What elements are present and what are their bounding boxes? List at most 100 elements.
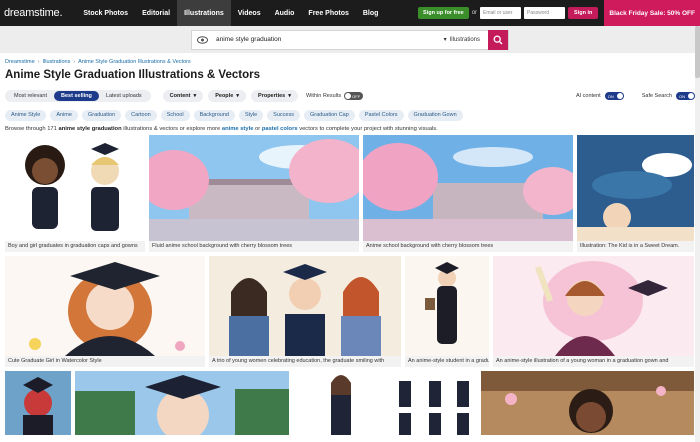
search-input[interactable]: anime style graduation [212,36,444,43]
breadcrumb-item-illustrations[interactable]: Illustrations [43,59,71,65]
tile-caption: Boy and girl graduates in graduation cap… [5,241,145,252]
nav-videos[interactable]: Videos [231,0,268,26]
result-tile[interactable]: Anime school background with cherry blos… [363,135,573,252]
result-tile[interactable] [293,371,389,435]
nav-audio[interactable]: Audio [268,0,302,26]
tag-background[interactable]: Background [193,109,235,121]
content-dropdown-label: Content [169,93,191,99]
character-sheet-thumbnail [393,371,477,435]
result-tile[interactable] [5,371,71,435]
signup-button[interactable]: Sign up for free [418,7,469,19]
tile-caption: A trio of young women celebrating educat… [209,356,401,367]
tile-caption: Anime school background with cherry blos… [363,241,573,252]
page-scrollbar[interactable] [695,26,700,442]
students-group-thumbnail [293,371,389,435]
email-input[interactable]: Email or user [480,7,522,19]
sort-segmented-control: Most relevant Best selling Latest upload… [5,90,151,102]
properties-dropdown[interactable]: Properties ▾ [251,90,299,102]
dreamstime-logo[interactable]: dreamstime. [4,7,63,19]
tag-anime-style[interactable]: Anime Style [5,109,47,121]
within-results-label: Within Results [306,93,342,99]
result-tile[interactable]: Fluid anime school background with cherr… [149,135,359,252]
chevron-down-icon: ▾ [288,93,292,99]
search-button[interactable] [488,29,508,50]
people-dropdown[interactable]: People ▾ [208,90,247,102]
sort-most-relevant[interactable]: Most relevant [7,91,54,101]
tag-graduation[interactable]: Graduation [81,109,122,121]
result-tile[interactable] [393,371,477,435]
results-description: Browse through 171 anime style graduatio… [0,123,700,135]
result-tile[interactable]: An anime-style illustration of a young w… [493,256,694,367]
password-input[interactable]: Password [524,7,566,19]
desc-text: vectors to complete your project with st… [297,126,438,132]
ai-content-toggle[interactable]: ON [604,92,624,100]
graduation-gown-thumbnail [493,256,694,356]
tag-style[interactable]: Style [238,109,264,121]
trio-graduates-thumbnail [209,256,401,356]
sweet-dream-thumbnail [577,135,694,241]
safe-search-toggle[interactable]: ON [676,92,695,100]
watercolor-graduate-thumbnail [5,256,205,356]
black-friday-banner[interactable]: Black Friday Sale: 50% OFF [604,0,700,26]
desc-text: or [253,126,262,132]
signin-button[interactable]: Sign in [568,7,599,19]
red-hair-graduate-thumbnail [5,371,71,435]
tile-caption: Fluid anime school background with cherr… [149,241,359,252]
result-tile[interactable] [75,371,289,435]
visual-search-icon[interactable] [192,35,212,44]
tag-school[interactable]: School [160,109,190,121]
breadcrumb-item-current[interactable]: Anime Style Graduation Illustrations & V… [78,59,191,65]
tag-graduation-gown[interactable]: Graduation Gown [407,109,463,121]
tag-anime[interactable]: Anime [50,109,78,121]
sort-best-selling[interactable]: Best selling [54,91,99,101]
result-tile[interactable]: A trio of young women celebrating educat… [209,256,401,367]
top-navigation: dreamstime. Stock Photos Editorial Illus… [0,0,700,26]
toggle-state: OFF [352,93,361,99]
nav-illustrations[interactable]: Illustrations [177,0,231,26]
search-type-select[interactable]: ▾ Illustrations [443,36,488,44]
toggle-knob [688,93,694,99]
chevron-down-icon: ▾ [236,93,240,99]
toggle-knob [616,93,623,99]
nav-editorial[interactable]: Editorial [135,0,177,26]
scrollbar-thumb[interactable] [695,26,700,78]
breadcrumb-item-dreamstime[interactable]: Dreamstime [5,59,35,65]
result-tile[interactable]: Boy and girl graduates in graduation cap… [5,135,145,252]
desc-link-anime-style[interactable]: anime style [222,126,254,132]
breadcrumb: Dreamstime › Illustrations › Anime Style Gra… [0,53,700,68]
breadcrumb-separator: › [73,59,76,65]
nav-free-photos[interactable]: Free Photos [301,0,355,26]
search-box: anime style graduation ▾ Illustrations [191,29,509,50]
nav-stock-photos[interactable]: Stock Photos [76,0,135,26]
breadcrumb-separator: › [37,59,40,65]
girl-closeup-thumbnail [75,371,289,435]
nav-blog[interactable]: Blog [356,0,386,26]
or-text: or [471,10,478,16]
cherry-school-thumbnail [149,135,359,241]
chevron-down-icon: ▾ [443,37,447,43]
tag-pastel-colors[interactable]: Pastel Colors [358,109,404,121]
result-tile[interactable] [481,371,694,435]
tile-caption: An anime-style student in a graduation [405,356,489,367]
search-type-label: Illustrations [449,36,480,43]
logo-text-main: dreams [4,7,40,19]
related-tags: Anime Style Anime Graduation Cartoon Sch… [0,107,700,123]
within-results: Within Results OFF [306,92,364,100]
graduates-thumbnail [25,143,119,231]
toggle-state: ON [679,93,685,99]
within-results-toggle[interactable]: OFF [344,92,364,100]
cherry-school-thumbnail [363,135,573,241]
tag-success[interactable]: Success [267,109,300,121]
result-tile[interactable]: An anime-style student in a graduation [405,256,489,367]
tag-cartoon[interactable]: Cartoon [125,109,157,121]
content-dropdown[interactable]: Content ▾ [162,90,204,102]
desc-link-pastel-colors[interactable]: pastel colors [262,126,298,132]
tag-graduation-cap[interactable]: Graduation Cap [303,109,355,121]
logo-text-rest: time. [39,7,63,19]
toggle-state: ON [607,93,614,99]
tile-caption: Illustration: The Kid is in a Sweet Drea… [577,241,694,252]
people-dropdown-label: People [215,93,234,99]
sort-latest-uploads[interactable]: Latest uploads [99,91,149,101]
result-tile[interactable]: Illustration: The Kid is in a Sweet Drea… [577,135,694,252]
result-tile[interactable]: Cute Graduate Girl in Watercolor Style [5,256,205,367]
